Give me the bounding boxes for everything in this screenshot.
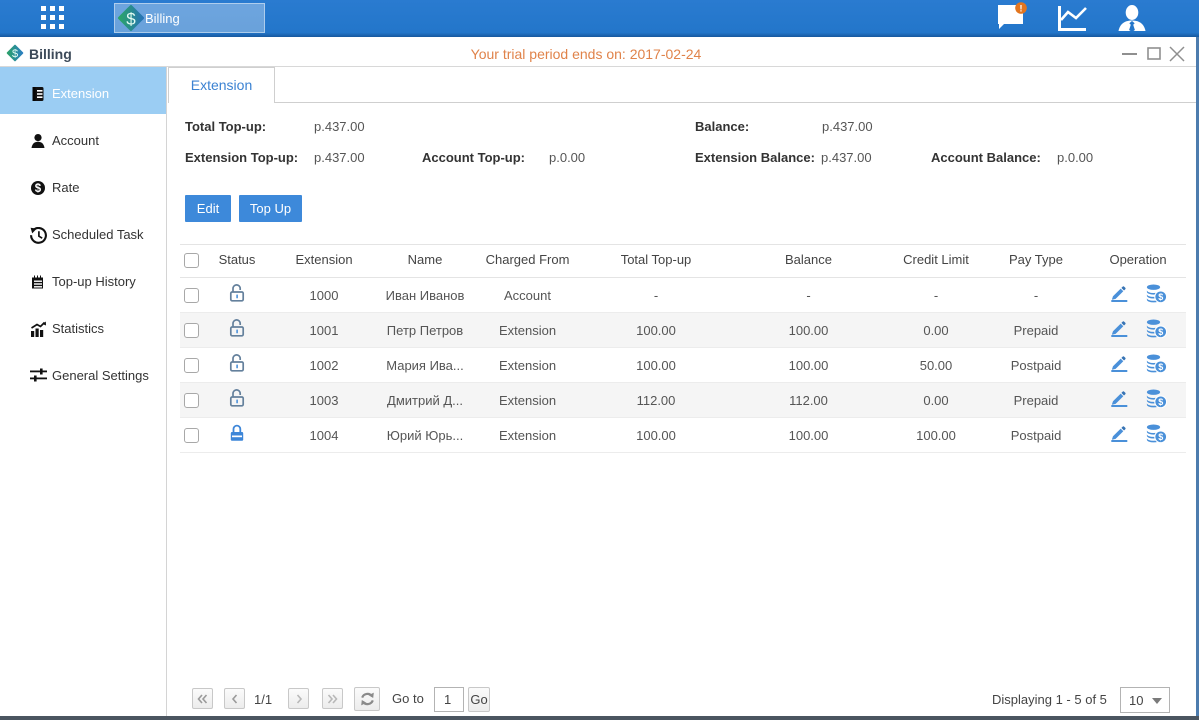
svg-text:$: $ [1158, 432, 1163, 442]
svg-text:!: ! [1020, 4, 1023, 14]
svg-text:$: $ [1158, 292, 1163, 302]
svg-text:$: $ [1158, 362, 1163, 372]
svg-text:$: $ [126, 10, 136, 29]
svg-text:$: $ [35, 183, 42, 195]
svg-text:$: $ [1158, 397, 1163, 407]
svg-text:$: $ [1158, 327, 1163, 337]
